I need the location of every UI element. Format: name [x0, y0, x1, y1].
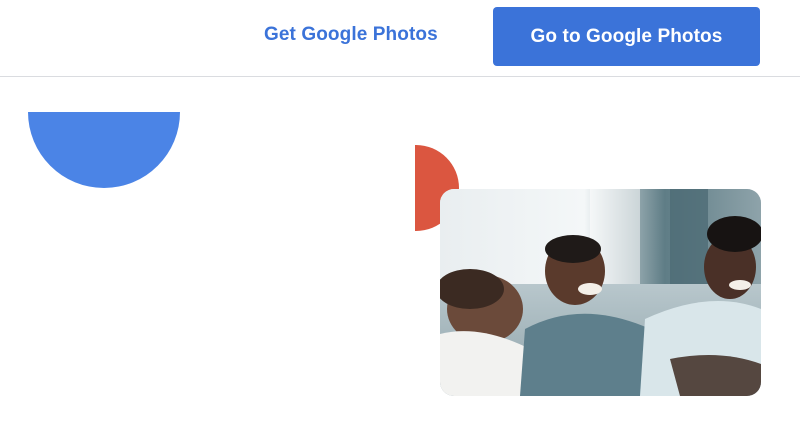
hero-photo-illustration: [440, 189, 761, 396]
top-header: Get Google Photos Go to Google Photos: [0, 0, 800, 77]
hero-photo: [440, 189, 761, 396]
blue-semicircle-decoration: [28, 112, 180, 188]
go-to-google-photos-button[interactable]: Go to Google Photos: [493, 7, 760, 66]
get-google-photos-link[interactable]: Get Google Photos: [264, 24, 438, 46]
page: Get Google Photos Go to Google Photos: [0, 0, 800, 422]
